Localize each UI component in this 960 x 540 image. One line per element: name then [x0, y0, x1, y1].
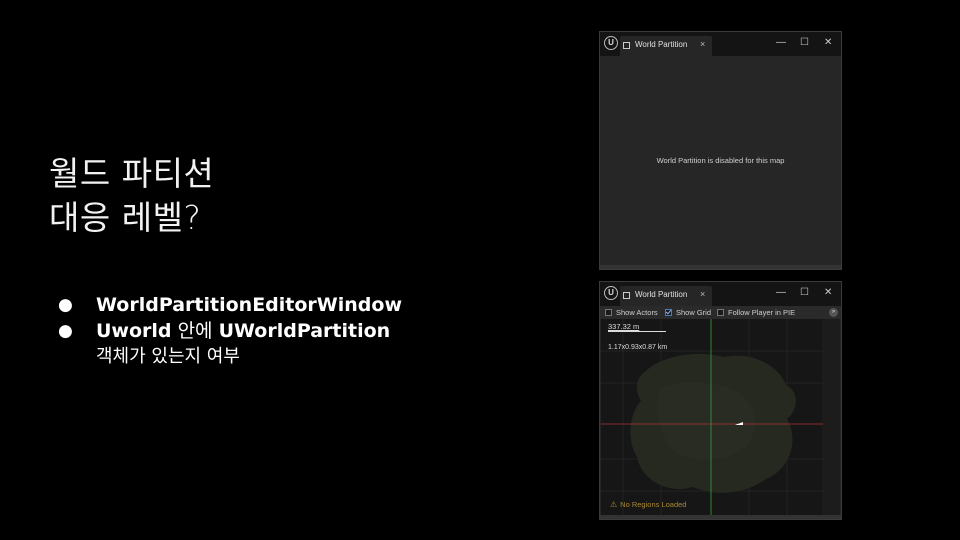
scale-bar [608, 331, 666, 332]
tab-label: World Partition [635, 40, 688, 49]
title-line-1: 월드 파티션 [49, 154, 215, 193]
bullet-dot: ● [58, 295, 73, 315]
warning-icon: ⚠ [610, 500, 618, 509]
world-map-view[interactable]: 337.32 m 1.17x0.93x0.87 km ⚠ No Regions L… [601, 319, 840, 516]
world-partition-window-enabled: U World Partition × — ☐ ✕ Show Actors Sh… [599, 281, 842, 520]
show-actors-checkbox[interactable] [605, 309, 612, 316]
title-line-2: 대응 레벨? [49, 198, 202, 237]
tab-world-partition[interactable]: World Partition × [620, 36, 712, 56]
bullet-item-1: ● WorldPartitionEditorWindow [58, 292, 402, 318]
slide-title: 월드 파티션 대응 레벨? [49, 152, 214, 240]
follow-player-label[interactable]: Follow Player in PIE [728, 308, 795, 317]
bullet-list: ● WorldPartitionEditorWindow ● Uworld 안에 … [58, 292, 402, 370]
unreal-logo-icon: U [604, 36, 618, 50]
map-icon [623, 42, 630, 49]
window-bottom-edge [600, 515, 841, 519]
window-content: World Partition is disabled for this map [601, 56, 840, 266]
bullet-2-continuation: 객체가 있는지 여부 [96, 346, 240, 367]
tab-close-icon[interactable]: × [700, 39, 705, 49]
maximize-button[interactable]: ☐ [800, 287, 809, 299]
show-actors-label[interactable]: Show Actors [616, 308, 658, 317]
close-button[interactable]: ✕ [824, 287, 832, 299]
show-grid-checkbox[interactable] [665, 309, 672, 316]
bullet-2-uworldpartition: UWorldPartition [218, 320, 391, 342]
window-titlebar[interactable]: U World Partition × — ☐ ✕ [600, 282, 841, 306]
map-icon [623, 292, 630, 299]
minimize-button[interactable]: — [776, 37, 786, 49]
map-toolbar: Show Actors Show Grid Follow Player in P… [600, 306, 841, 319]
close-button[interactable]: ✕ [824, 37, 832, 49]
tab-world-partition[interactable]: World Partition × [620, 286, 712, 306]
world-partition-window-disabled: U World Partition × — ☐ ✕ World Partitio… [599, 31, 842, 270]
window-bottom-edge [600, 265, 841, 269]
minimize-button[interactable]: — [776, 287, 786, 299]
maximize-button[interactable]: ☐ [800, 37, 809, 49]
status-warning: ⚠ No Regions Loaded [610, 500, 686, 509]
disabled-message: World Partition is disabled for this map [656, 156, 785, 165]
bullet-1-text: WorldPartitionEditorWindow [96, 294, 402, 316]
window-titlebar[interactable]: U World Partition × — ☐ ✕ [600, 32, 841, 56]
tab-label: World Partition [635, 290, 688, 299]
follow-player-checkbox[interactable] [717, 309, 724, 316]
scale-label: 337.32 m [608, 322, 640, 331]
bullet-2-uworld: Uworld [96, 320, 172, 342]
bullet-2-connector: 안에 [171, 320, 219, 342]
status-warning-text: No Regions Loaded [620, 500, 687, 509]
bullet-dot: ● [58, 321, 73, 341]
tab-close-icon[interactable]: × [700, 289, 705, 299]
bullet-item-2: ● Uworld 안에 UWorldPartition [58, 318, 402, 344]
show-grid-label[interactable]: Show Grid [676, 308, 711, 317]
toolbar-overflow-button[interactable]: » [829, 308, 838, 317]
world-dimensions-label: 1.17x0.93x0.87 km [608, 344, 668, 351]
unreal-logo-icon: U [604, 286, 618, 300]
